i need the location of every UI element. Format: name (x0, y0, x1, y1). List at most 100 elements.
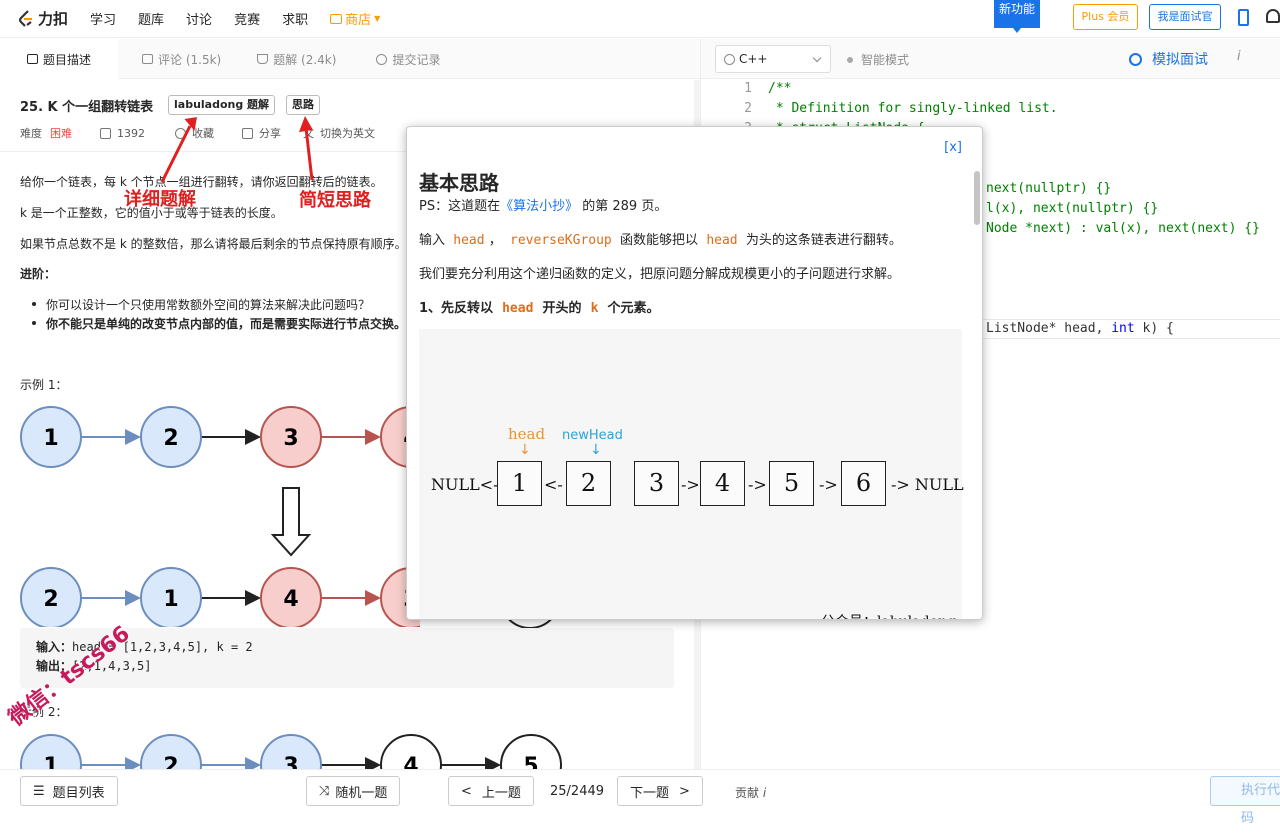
nav-problemset[interactable]: 题库 (138, 9, 164, 28)
problem-list-label: 题目列表 (52, 785, 105, 801)
popup-scrollbar[interactable] (974, 171, 980, 225)
ex2-node-2: 2 (163, 754, 178, 769)
p1-code-head-2: head (706, 233, 738, 248)
prev-problem-button[interactable]: < 上一题 (448, 776, 534, 806)
code-param-1: ListNode* head, (986, 321, 1112, 336)
info-icon: i (762, 786, 767, 800)
editor-info-icon[interactable]: i (1237, 49, 1241, 64)
tab-description[interactable]: 题目描述 (0, 39, 118, 79)
code-line-2[interactable]: * Definition for singly-linked list. (768, 101, 1058, 116)
h3-code-k: k (590, 301, 599, 316)
new-feature-badge[interactable]: 新功能 (994, 0, 1040, 33)
desc-para-3: 如果节点总数不是 k 的整数倍，那么请将最后剩余的节点保持原有顺序。 (20, 237, 407, 251)
interviewer-button[interactable]: 我是面试官 (1149, 4, 1221, 30)
nav-shop-label: 商店 (345, 13, 372, 28)
code-fragment-1[interactable]: next(nullptr) {} (986, 181, 1111, 196)
popup-close-button[interactable]: [x] (944, 140, 962, 155)
editor-toolbar: C++ 智能模式 模拟面试 i (701, 39, 1280, 79)
code-line-1[interactable]: /** (768, 81, 791, 96)
mobile-app-icon[interactable] (1238, 9, 1249, 26)
newhead-label: newHead (562, 428, 623, 443)
nav-contest[interactable]: 竞赛 (234, 9, 260, 28)
tab-comments[interactable]: 评论 (1.5k) (128, 39, 235, 79)
nav-study[interactable]: 学习 (90, 9, 116, 28)
plus-member-button[interactable]: Plus 会员 (1073, 4, 1138, 30)
mock-interview-button[interactable]: 模拟面试 (1129, 49, 1208, 69)
code-fragment-4[interactable]: ListNode* head, int k) { (986, 321, 1174, 336)
line-number-1: 1 (744, 81, 752, 96)
ex1-bottom-node-3: 4 (283, 587, 298, 612)
img-node-5: 5 (769, 461, 814, 506)
code-fragment-3[interactable]: Node *next) : val(x), next(next) {} (986, 221, 1260, 236)
run-code-button[interactable]: 执行代码 (1210, 776, 1280, 826)
ex1-top-node-1: 1 (43, 426, 58, 451)
clock-icon (376, 53, 388, 65)
nav-jobs[interactable]: 求职 (282, 9, 308, 28)
like-button[interactable]: 1392 (100, 127, 145, 140)
newhead-arrow-icon: ↓ (590, 442, 602, 458)
null-left: NULL<- (431, 475, 499, 494)
ex1-bottom-node-2: 1 (163, 587, 178, 612)
tab-description-label: 题目描述 (42, 52, 91, 67)
ps-suffix: 的第 289 页。 (582, 199, 668, 214)
image-footer: 公众号：labuladong (821, 611, 956, 619)
code-keyword-int: int (1111, 321, 1135, 336)
prev-label: 上一题 (481, 785, 521, 801)
popup-title: 基本思路 (419, 171, 499, 195)
p1-text-b: ， (488, 233, 502, 248)
p1-code-head: head (453, 233, 485, 248)
advanced-item-1: 你可以设计一个只使用常数额外空间的算法来解决此问题吗？ (31, 298, 371, 312)
chevron-down-icon (812, 53, 822, 63)
random-problem-button[interactable]: ⤨ 随机一题 (306, 776, 401, 806)
popup-step-heading: 1、先反转以 head 开头的 k 个元素。 (419, 297, 659, 316)
h3-text-a: 1、先反转以 (419, 301, 494, 316)
ps-prefix: PS：这道题在 (419, 199, 501, 214)
advanced-heading: 进阶： (20, 267, 57, 281)
problem-tabs: 题目描述 评论 (1.5k) 题解 (2.4k) 提交记录 (0, 39, 700, 79)
mock-interview-label: 模拟面试 (1152, 52, 1208, 68)
popup-para-1: 输入 head ， reverseKGroup 函数能够把以 head 为头的这… (419, 229, 902, 248)
next-problem-button[interactable]: 下一题 > (617, 776, 703, 806)
notification-bell-icon[interactable] (1266, 9, 1280, 23)
tab-solutions[interactable]: 题解 (2.4k) (243, 39, 350, 79)
img-arrow-1: -> (681, 475, 700, 494)
random-label: 随机一题 (335, 785, 388, 801)
line-number-2: 2 (744, 101, 752, 116)
example-1-bottom-row: 2 1 4 3 (20, 567, 420, 627)
advanced-item-2: 你不能只是单纯的改变节点内部的值，而是需要实际进行节点交换。 (31, 317, 407, 331)
p1-text-d: 为头的这条链表进行翻转。 (745, 233, 902, 248)
img-arrow-left: <- (544, 475, 563, 494)
difficulty-badge: 困难 (50, 127, 72, 140)
flask-icon (257, 54, 269, 64)
info-icon (724, 53, 735, 65)
smart-mode-toggle[interactable]: 智能模式 (847, 51, 909, 68)
problem-title: 25. K 个一组翻转链表 (20, 100, 154, 115)
book-link[interactable]: 《算法小抄》 (500, 199, 578, 214)
hint-popup: [x] 基本思路 PS：这道题在《算法小抄》 的第 289 页。 输入 head… (406, 126, 983, 620)
contribute-link[interactable]: 贡献 i (735, 784, 766, 801)
language-select[interactable]: C++ (715, 45, 831, 73)
reverse-list-illustration: head ↓ newHead ↓ NULL<- 1 <- 2 3 -> 4 ->… (419, 329, 964, 619)
leetcode-logo[interactable]: 力扣 (18, 8, 68, 29)
head-label: head (508, 425, 546, 443)
img-node-6: 6 (841, 461, 886, 506)
img-arrow-3: -> (819, 475, 838, 494)
p1-text-c: 函数能够把以 (620, 233, 699, 248)
h3-text-b: 开头的 (542, 301, 582, 316)
null-right: -> NULL (891, 475, 964, 494)
example-1-heading: 示例 1： (20, 378, 68, 392)
example-1-output: 输出：[2,1,4,3,5] (36, 657, 658, 676)
problem-list-button[interactable]: ☰ 题目列表 (20, 776, 118, 806)
tab-comments-label: 评论 (1.5k) (158, 52, 222, 67)
difficulty-label: 难度 (20, 127, 42, 140)
nav-shop[interactable]: 商店 ▼ (330, 9, 380, 28)
ex1-bottom-node-1: 2 (43, 587, 58, 612)
code-fragment-2[interactable]: l(x), next(nullptr) {} (986, 201, 1158, 216)
code-param-2: k) { (1134, 321, 1174, 336)
logo-text: 力扣 (38, 10, 69, 28)
nav-discuss[interactable]: 讨论 (186, 9, 212, 28)
tab-submissions[interactable]: 提交记录 (362, 39, 454, 79)
next-label: 下一题 (630, 785, 670, 801)
tab-solutions-label: 题解 (2.4k) (273, 52, 337, 67)
chevron-left-icon: < (461, 783, 472, 799)
